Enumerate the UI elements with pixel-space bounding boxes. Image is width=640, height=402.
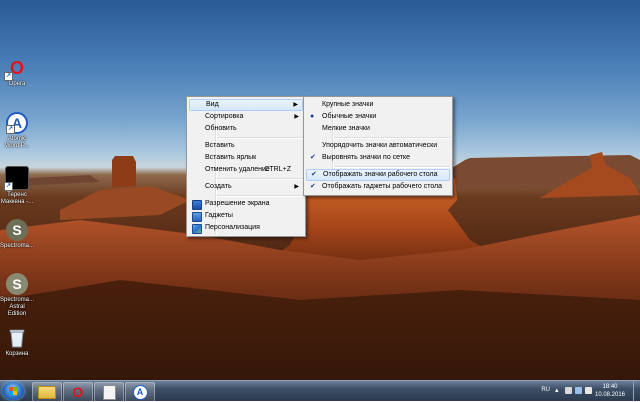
menu-item-undo-delete[interactable]: Отменить удаление CTRL+Z	[189, 164, 303, 176]
menu-item-label: Отображать значки рабочего стола	[323, 171, 438, 178]
desktop-icon-label: Теренс Маккена -...	[0, 192, 34, 205]
submenu-arrow-icon: ▶	[293, 102, 298, 108]
menu-item-medium-icons[interactable]: ● Обычные значки	[306, 111, 450, 123]
menu-item-show-desktop-icons[interactable]: ✔ Отображать значки рабочего стола	[306, 169, 450, 181]
menu-item-label: Создать	[205, 183, 232, 190]
desktop-icon-terence[interactable]: ↗ Теренс Маккена -...	[0, 166, 34, 206]
menu-item-gadgets[interactable]: Гаджеты	[189, 210, 303, 222]
desktop-icon-label: Opera	[8, 81, 26, 87]
desktop-icon-opera[interactable]: O ↗ Opera	[0, 57, 34, 88]
clock-date: 10.08.2016	[594, 392, 626, 398]
explorer-folder-icon	[38, 385, 56, 399]
atomic-word-icon: A ↗	[6, 112, 28, 134]
display-icon	[192, 200, 202, 210]
recycle-bin-icon	[6, 327, 28, 349]
menu-separator	[332, 166, 450, 167]
network-icon[interactable]	[575, 387, 582, 394]
opera-icon: O ↗	[4, 57, 24, 81]
menu-item-auto-arrange[interactable]: Упорядочить значки автоматически	[306, 140, 450, 152]
menu-item-label: Упорядочить значки автоматически	[322, 142, 438, 149]
menu-separator	[215, 195, 303, 196]
desktop-context-menu: Вид ▶ Сортировка ▶ Обновить Вставить Вст…	[186, 96, 306, 237]
desktop-icon-atomic-word[interactable]: A ↗ Atomic Word P...	[0, 112, 34, 150]
document-icon	[102, 384, 116, 400]
menu-item-label: Выровнять значки по сетке	[322, 154, 411, 161]
submenu-arrow-icon: ▶	[294, 184, 299, 190]
start-button[interactable]	[2, 382, 24, 400]
menu-item-small-icons[interactable]: Мелкие значки	[306, 123, 450, 135]
menu-item-paste[interactable]: Вставить	[189, 140, 303, 152]
spectroma-astral-icon: S	[6, 273, 28, 295]
taskbar-button-atomic-word[interactable]: A	[125, 382, 155, 402]
show-desktop-button[interactable]	[633, 381, 640, 401]
taskbar-button-opera[interactable]: O	[63, 382, 93, 402]
desktop-icon-label: Корзина	[5, 351, 29, 357]
menu-item-label: Мелкие значки	[322, 125, 370, 132]
menu-item-label: Сортировка	[205, 113, 244, 120]
menu-item-screen-resolution[interactable]: Разрешение экрана	[189, 198, 303, 210]
menu-item-label: Вставить	[205, 142, 235, 149]
menu-item-large-icons[interactable]: Крупные значки	[306, 99, 450, 111]
menu-item-shortcut: CTRL+Z	[264, 166, 291, 173]
menu-item-label: Персонализация	[205, 224, 260, 231]
menu-separator	[215, 178, 303, 179]
show-hidden-icons-icon[interactable]: ▴	[555, 386, 562, 394]
menu-item-label: Разрешение экрана	[205, 200, 270, 207]
menu-item-label: Гаджеты	[205, 212, 233, 219]
desktop-icon-label: Spectroma... Astral Edition	[0, 297, 35, 317]
menu-item-personalization[interactable]: Персонализация	[189, 222, 303, 234]
menu-item-paste-shortcut[interactable]: Вставить ярлык	[189, 152, 303, 164]
taskbar-button-document[interactable]	[94, 382, 124, 402]
system-tray: RU ▴ 18:40 10.08.2016	[520, 381, 640, 401]
menu-item-label: Вставить ярлык	[205, 154, 257, 161]
submenu-arrow-icon: ▶	[294, 114, 299, 120]
menu-item-view[interactable]: Вид ▶	[189, 99, 303, 111]
menu-item-refresh[interactable]: Обновить	[189, 123, 303, 135]
clock-time: 18:40	[602, 384, 618, 390]
checkmark-icon: ✔	[311, 171, 317, 178]
taskbar: O A RU ▴ 18:40 10.08.2016	[0, 380, 640, 402]
view-submenu: Крупные значки ● Обычные значки Мелкие з…	[303, 96, 453, 196]
desktop-icon-spectroma[interactable]: S Spectroma...	[0, 219, 34, 250]
desktop-icon-label: Spectroma...	[0, 243, 35, 249]
checkmark-icon: ✔	[310, 183, 316, 190]
gadgets-icon	[192, 212, 202, 222]
action-center-icon[interactable]	[565, 387, 572, 394]
taskbar-button-explorer[interactable]	[32, 382, 62, 402]
desktop-icon-label: Atomic Word P...	[4, 136, 30, 149]
language-indicator[interactable]: RU	[541, 387, 550, 393]
desktop-icon-recycle-bin[interactable]: Корзина	[0, 327, 34, 358]
menu-item-label: Обычные значки	[322, 113, 377, 120]
menu-item-label: Отменить удаление	[205, 166, 270, 173]
menu-item-align-to-grid[interactable]: ✔ Выровнять значки по сетке	[306, 152, 450, 164]
file-icon: ↗	[4, 166, 29, 191]
menu-item-new[interactable]: Создать ▶	[189, 181, 303, 193]
spectroma-icon: S	[6, 219, 28, 241]
opera-icon: O	[72, 384, 84, 400]
windows-logo-icon	[9, 387, 17, 395]
menu-item-show-desktop-gadgets[interactable]: ✔ Отображать гаджеты рабочего стола	[306, 181, 450, 193]
menu-item-label: Отображать гаджеты рабочего стола	[322, 183, 443, 190]
menu-separator	[215, 137, 303, 138]
menu-item-label: Крупные значки	[322, 101, 374, 108]
personalization-icon	[192, 224, 202, 234]
menu-item-label: Обновить	[205, 125, 237, 132]
checkmark-icon: ✔	[310, 154, 316, 161]
menu-item-label: Вид	[206, 101, 219, 108]
radio-bullet-icon: ●	[310, 113, 315, 120]
menu-separator	[332, 137, 450, 138]
atomic-word-icon: A	[132, 384, 148, 400]
clock[interactable]: 18:40 10.08.2016	[590, 383, 630, 399]
menu-item-sort[interactable]: Сортировка ▶	[189, 111, 303, 123]
desktop-icon-spectroma-astral[interactable]: S Spectroma... Astral Edition	[0, 273, 34, 318]
